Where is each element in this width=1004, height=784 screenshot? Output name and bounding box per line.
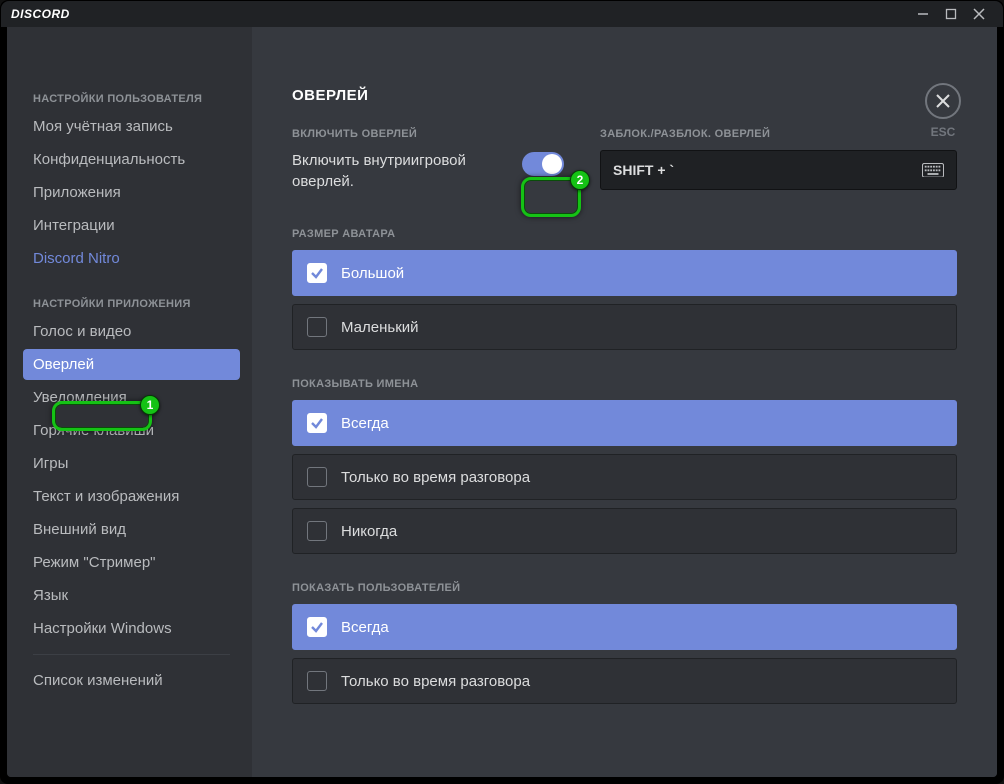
- checkbox-icon: [307, 671, 327, 691]
- checkbox-icon: [307, 617, 327, 637]
- option-label: Только во время разговора: [341, 673, 530, 690]
- app-logo: DISCORD: [11, 7, 70, 21]
- show-users-option-talking[interactable]: Только во время разговора: [292, 658, 957, 704]
- hotkey-value: SHIFT + `: [613, 162, 674, 178]
- show-users-option-always[interactable]: Всегда: [292, 604, 957, 650]
- sidebar-item-apps[interactable]: Приложения: [23, 177, 240, 208]
- checkbox-icon: [307, 317, 327, 337]
- sidebar-item-text-images[interactable]: Текст и изображения: [23, 481, 240, 512]
- show-names-option-never[interactable]: Никогда: [292, 508, 957, 554]
- avatar-option-large[interactable]: Большой: [292, 250, 957, 296]
- sidebar-header-app: НАСТРОЙКИ ПРИЛОЖЕНИЯ: [23, 292, 240, 316]
- sidebar-item-language[interactable]: Язык: [23, 580, 240, 611]
- sidebar-item-streamer[interactable]: Режим "Стример": [23, 547, 240, 578]
- sidebar-item-nitro[interactable]: Discord Nitro: [23, 243, 240, 274]
- sidebar-item-notifications[interactable]: Уведомления: [23, 382, 240, 413]
- close-window-button[interactable]: [965, 3, 993, 25]
- sidebar-separator: [33, 654, 230, 655]
- checkbox-icon: [307, 413, 327, 433]
- enable-overlay-desc: Включить внутриигровой оверлей.: [292, 150, 502, 192]
- hotkey-input[interactable]: SHIFT + `: [600, 150, 957, 190]
- minimize-button[interactable]: [909, 3, 937, 25]
- sidebar-item-changelog[interactable]: Список изменений: [23, 665, 240, 696]
- show-names-option-always[interactable]: Всегда: [292, 400, 957, 446]
- sidebar-header-user: НАСТРОЙКИ ПОЛЬЗОВАТЕЛЯ: [23, 87, 240, 111]
- sidebar-item-voice[interactable]: Голос и видео: [23, 316, 240, 347]
- maximize-button[interactable]: [937, 3, 965, 25]
- show-names-label: ПОКАЗЫВАТЬ ИМЕНА: [292, 378, 957, 390]
- checkbox-icon: [307, 521, 327, 541]
- sidebar-item-account[interactable]: Моя учётная запись: [23, 111, 240, 142]
- avatar-size-label: РАЗМЕР АВАТАРА: [292, 228, 957, 240]
- checkbox-icon: [307, 467, 327, 487]
- sidebar-item-privacy[interactable]: Конфиденциальность: [23, 144, 240, 175]
- lock-overlay-label: ЗАБЛОК./РАЗБЛОК. ОВЕРЛЕЙ: [600, 128, 957, 140]
- toggle-knob: [542, 154, 562, 174]
- page-title: ОВЕРЛЕЙ: [292, 87, 957, 104]
- option-label: Всегда: [341, 619, 389, 636]
- option-label: Всегда: [341, 415, 389, 432]
- option-label: Только во время разговора: [341, 469, 530, 486]
- sidebar-item-windows[interactable]: Настройки Windows: [23, 613, 240, 644]
- sidebar-item-games[interactable]: Игры: [23, 448, 240, 479]
- checkbox-icon: [307, 263, 327, 283]
- show-users-label: ПОКАЗАТЬ ПОЛЬЗОВАТЕЛЕЙ: [292, 582, 957, 594]
- sidebar-item-appearance[interactable]: Внешний вид: [23, 514, 240, 545]
- sidebar-item-hotkeys[interactable]: Горячие клавиши: [23, 415, 240, 446]
- enable-overlay-label: ВКЛЮЧИТЬ ОВЕРЛЕЙ: [292, 128, 502, 140]
- show-names-option-talking[interactable]: Только во время разговора: [292, 454, 957, 500]
- enable-overlay-toggle[interactable]: [522, 152, 564, 176]
- avatar-option-small[interactable]: Маленький: [292, 304, 957, 350]
- settings-sidebar: НАСТРОЙКИ ПОЛЬЗОВАТЕЛЯ Моя учётная запис…: [7, 27, 252, 777]
- esc-label: ESC: [931, 125, 956, 139]
- sidebar-item-integrations[interactable]: Интеграции: [23, 210, 240, 241]
- sidebar-item-overlay[interactable]: Оверлей: [23, 349, 240, 380]
- option-label: Маленький: [341, 319, 419, 336]
- close-settings-button[interactable]: [925, 83, 961, 119]
- option-label: Никогда: [341, 523, 397, 540]
- settings-content: ESC ОВЕРЛЕЙ ВКЛЮЧИТЬ ОВЕРЛЕЙ Включить вн…: [252, 27, 997, 777]
- keyboard-icon: [922, 162, 944, 178]
- titlebar: DISCORD: [1, 1, 1003, 27]
- option-label: Большой: [341, 265, 404, 282]
